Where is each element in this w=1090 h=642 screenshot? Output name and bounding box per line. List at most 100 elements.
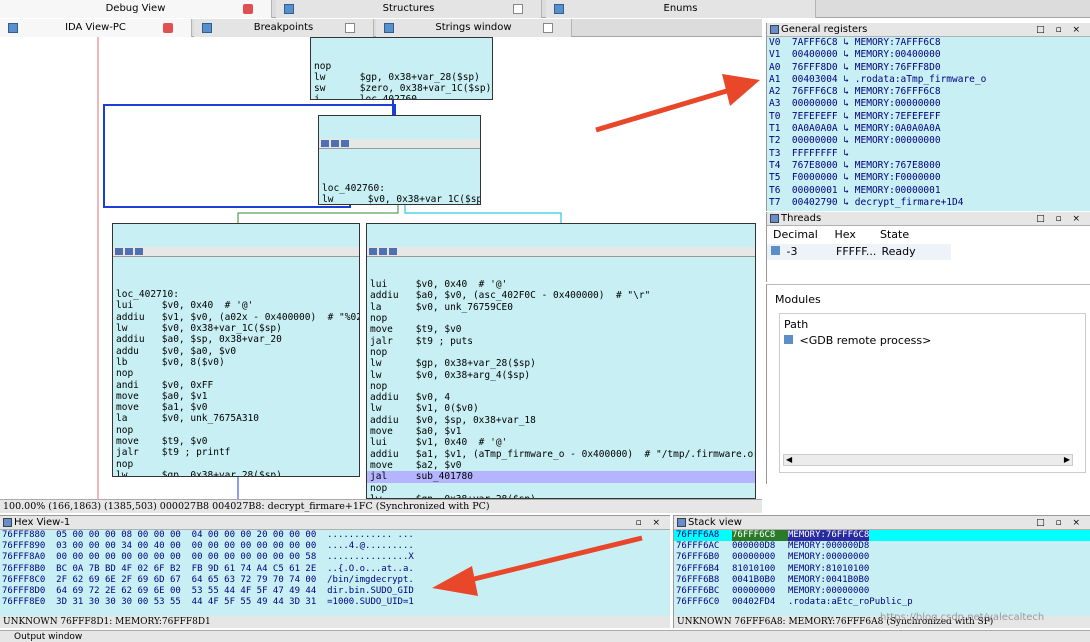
asm-line[interactable]: move $t9, $v0	[113, 436, 359, 447]
module-item[interactable]: <GDB remote process>	[784, 334, 1085, 348]
asm-line[interactable]: nop	[311, 61, 492, 72]
asm-line[interactable]: nop	[367, 313, 755, 324]
close-icon[interactable]	[513, 4, 523, 14]
register-row[interactable]: V0 7AFFF6C8 ↳ MEMORY:7AFFF6C8	[767, 37, 1090, 49]
close-icon[interactable]	[543, 23, 553, 33]
tab-strings-window[interactable]: Strings window	[376, 19, 572, 37]
asm-line[interactable]: lui $v0, 0x40 # '@'	[113, 300, 359, 311]
modules-panel[interactable]: Modules Path <GDB remote process> ◀ ▶	[766, 284, 1090, 484]
asm-line[interactable]: move $a0, $v1	[367, 426, 755, 437]
tab-structures[interactable]: Structures	[276, 0, 542, 18]
asm-line[interactable]: addiu $a0, $sp, 0x38+var_20	[113, 334, 359, 345]
thread-row[interactable]: -3 FFFFF... Ready	[767, 244, 951, 260]
scroll-left-icon[interactable]: ◀	[786, 455, 792, 465]
asm-line[interactable]: addiu $v0, $sp, 0x38+var_18	[367, 415, 755, 426]
register-row[interactable]: A1 00403004 ↳ .rodata:aTmp_firmware_o	[767, 74, 1090, 86]
asm-line[interactable]: move $a0, $v1	[113, 391, 359, 402]
asm-line[interactable]: jalr $t9 ; printf	[113, 447, 359, 458]
register-row[interactable]: A3 00000000 ↳ MEMORY:00000000	[767, 98, 1090, 110]
panel-controls[interactable]: □ ▫ ×	[1036, 516, 1084, 530]
tab-ida-view-pc[interactable]: IDA View-PC	[0, 19, 192, 37]
register-row[interactable]: A0 76FFF8D0 ↳ MEMORY:76FFF8D0	[767, 62, 1090, 74]
asm-line[interactable]: la $v0, unk_76759CE0	[367, 302, 755, 313]
asm-line[interactable]: la $v0, unk_7675A310	[113, 413, 359, 424]
register-row[interactable]: T6 00000001 ↳ MEMORY:00000001	[767, 185, 1090, 197]
tab-breakpoints[interactable]: Breakpoints	[194, 19, 374, 37]
register-row[interactable]: T4 767E8000 ↳ MEMORY:767E8000	[767, 160, 1090, 172]
asm-line[interactable]: lui $v0, 0x40 # '@'	[367, 279, 755, 290]
hex-row[interactable]: 76FFF8B0 BC 0A 7B BD 4F 02 6F B2 FB 9D 6…	[0, 564, 670, 575]
asm-line[interactable]: addiu $a1, $v1, (aTmp_firmware_o - 0x400…	[367, 449, 755, 460]
asm-line[interactable]: j loc_402760	[311, 94, 492, 99]
asm-line[interactable]: nop	[113, 368, 359, 379]
asm-line[interactable]: loc_402710:	[113, 289, 359, 300]
asm-line[interactable]: loc_402760:	[319, 183, 480, 194]
horizontal-scrollbar[interactable]: ◀ ▶	[783, 454, 1073, 466]
register-row[interactable]: T5 F0000000 ↳ MEMORY:F0000000	[767, 172, 1090, 184]
stack-row[interactable]: 76FFF6C0 00402FD4 .rodata:aEtc_roPublic_p	[674, 597, 1090, 608]
asm-line[interactable]: move $a2, $v0	[367, 460, 755, 471]
scroll-right-icon[interactable]: ▶	[1064, 455, 1070, 465]
close-icon[interactable]	[163, 23, 173, 33]
general-registers-panel[interactable]: General registers □ ▫ × V0 7AFFF6C8 ↳ ME…	[766, 23, 1090, 211]
hex-row[interactable]: 76FFF8E0 3D 31 30 30 30 00 53 55 44 4F 5…	[0, 597, 670, 608]
hex-row[interactable]: 76FFF8D0 64 69 72 2E 62 69 6E 00 53 55 4…	[0, 586, 670, 597]
asm-line[interactable]: move $a1, $v0	[113, 402, 359, 413]
register-row[interactable]: T1 0A0A0A0A ↳ MEMORY:0A0A0A0A	[767, 123, 1090, 135]
asm-line[interactable]: lw $v0, 0x38+var_1C($sp)	[113, 323, 359, 334]
graph-node-loc-402760[interactable]: loc_402760:lw $v0, 0x38+var_1C($sp)nopsl…	[318, 115, 481, 205]
hex-row[interactable]: 76FFF880 05 00 00 00 08 00 00 00 04 00 0…	[0, 530, 670, 541]
asm-line[interactable]: nop	[113, 459, 359, 470]
panel-controls[interactable]: □ ▫ ×	[1036, 23, 1084, 37]
register-row[interactable]: T2 00000000 ↳ MEMORY:00000000	[767, 135, 1090, 147]
asm-line[interactable]: andi $v0, 0xFF	[113, 380, 359, 391]
asm-line[interactable]: addiu $v0, 4	[367, 392, 755, 403]
tab-debug-view[interactable]: Debug View	[0, 0, 272, 18]
asm-line[interactable]: sw $zero, 0x38+var_1C($sp)	[311, 83, 492, 94]
tab-enums[interactable]: Enums	[546, 0, 816, 18]
stack-row[interactable]: 76FFF6AC 000000D8 MEMORY:000000D8	[674, 541, 1090, 552]
threads-panel[interactable]: Threads □ ▫ × Decimal Hex State -3 FFFFF…	[766, 212, 1090, 282]
graph-node-block-1[interactable]: nop lw $gp, 0x38+var_28($sp) sw $zero, 0x3…	[310, 37, 493, 100]
register-row[interactable]: T0 7EFEFEFF ↳ MEMORY:7EFEFEFF	[767, 111, 1090, 123]
stack-row[interactable]: 76FFF6A8 76FFF6C8 MEMORY:76FFF6C8	[674, 530, 1090, 542]
hex-row[interactable]: 76FFF890 03 00 00 00 34 00 40 00 00 00 0…	[0, 541, 670, 552]
register-row[interactable]: A2 76FFF6C8 ↳ MEMORY:76FFF6C8	[767, 86, 1090, 98]
output-window-bar[interactable]: Output window	[0, 630, 1090, 642]
asm-line[interactable]: nop	[367, 483, 755, 494]
hex-view-panel[interactable]: Hex View-1 ▫ × 76FFF880 05 00 00 00 08 0…	[0, 515, 670, 628]
close-icon[interactable]	[243, 4, 253, 14]
register-row[interactable]: T7 00402790 ↳ decrypt_firmare+1D4	[767, 197, 1090, 209]
stack-row[interactable]: 76FFF6BC 00000000 MEMORY:00000000	[674, 586, 1090, 597]
ida-graph-view[interactable]: nop lw $gp, 0x38+var_28($sp) sw $zero, 0x3…	[0, 37, 762, 499]
asm-line[interactable]: jal sub_401780	[367, 471, 755, 483]
stack-row[interactable]: 76FFF6B0 00000000 MEMORY:00000000	[674, 552, 1090, 563]
asm-line[interactable]: lw $gp, 0x38+var_28($sp)	[113, 470, 359, 476]
graph-node-loc-402710[interactable]: loc_402710: lui $v0, 0x40 # '@' addiu $v1,…	[112, 223, 360, 477]
asm-line[interactable]: lb $v0, 8($v0)	[113, 357, 359, 368]
register-row[interactable]: V1 00400000 ↳ MEMORY:00400000	[767, 49, 1090, 61]
asm-line[interactable]: lw $gp, 0x38+var_28($sp)	[367, 358, 755, 369]
graph-node-block-4[interactable]: lui $v0, 0x40 # '@' addiu $a0, $v0, (asc_…	[366, 223, 756, 499]
asm-line[interactable]: lw $v1, 0($v0)	[367, 403, 755, 414]
asm-line[interactable]: move $t9, $v0	[367, 324, 755, 335]
hex-row[interactable]: 76FFF8A0 00 00 00 00 00 00 00 00 00 00 0…	[0, 552, 670, 563]
asm-line[interactable]: addiu $v1, $v0, (a02x - 0x400000) # "%02…	[113, 312, 359, 323]
modules-list[interactable]: Path <GDB remote process> ◀ ▶	[779, 313, 1086, 473]
close-icon[interactable]	[345, 23, 355, 33]
stack-row[interactable]: 76FFF6B8 0041B0B0 MEMORY:0041B0B0	[674, 575, 1090, 586]
asm-line[interactable]: jalr $t9 ; puts	[367, 336, 755, 347]
hex-row[interactable]: 76FFF8C0 2F 62 69 6E 2F 69 6D 67 64 65 6…	[0, 575, 670, 586]
asm-line[interactable]: lw $v0, 0x38+var_1C($sp)	[319, 194, 480, 204]
panel-controls[interactable]: □ ▫ ×	[1036, 212, 1084, 226]
asm-line[interactable]: nop	[367, 381, 755, 392]
asm-line[interactable]: nop	[367, 347, 755, 358]
asm-line[interactable]: addu $v0, $a0, $v0	[113, 346, 359, 357]
asm-line[interactable]: nop	[113, 425, 359, 436]
asm-line[interactable]: addiu $a0, $v0, (asc_402F0C - 0x400000) …	[367, 290, 755, 301]
panel-controls[interactable]: ▫ ×	[635, 516, 664, 530]
asm-line[interactable]: lw $v0, 0x38+arg_4($sp)	[367, 370, 755, 381]
asm-line[interactable]: lui $v1, 0x40 # '@'	[367, 437, 755, 448]
asm-line[interactable]: lw $gp, 0x38+var_28($sp)	[311, 72, 492, 83]
register-row[interactable]: T3 FFFFFFFF ↳	[767, 148, 1090, 160]
